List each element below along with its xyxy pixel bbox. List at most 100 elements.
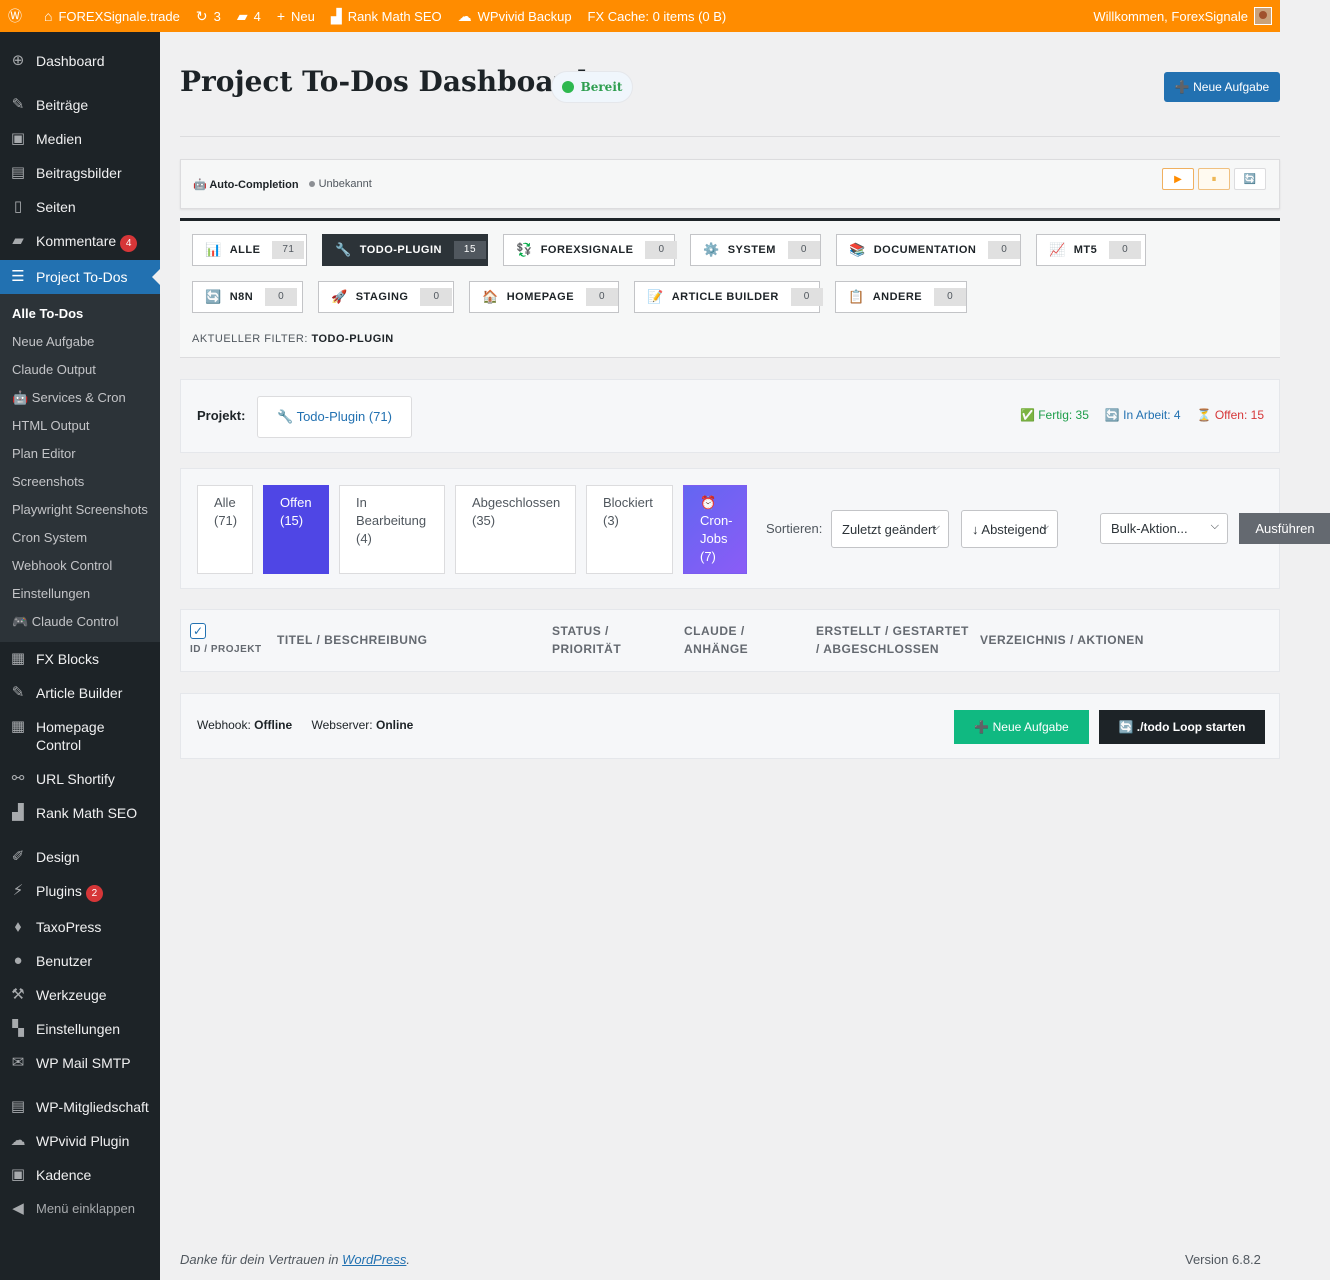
menu-comments[interactable]: ▰ Kommentare 4 [0,224,160,260]
col-id-projekt[interactable]: ID / PROJEKT [190,641,262,659]
category-forexsignale[interactable]: 💱 FOREXSIGNALE 0 [503,234,678,266]
new-task-button[interactable]: ➕ Neue Aufgabe [1164,72,1280,102]
menu-posts[interactable]: ✎ Beiträge [0,88,160,122]
status-filter-cron-jobs[interactable]: ⏰ Cron-Jobs (7) [683,485,747,574]
bulk-action-select[interactable]: Bulk-Aktion... ⌵ [1100,513,1228,544]
menu-rank-math[interactable]: ▟ Rank Math SEO [0,796,160,830]
cloud-icon: ☁ [10,1132,26,1149]
menu-url-shortify[interactable]: ⚯ URL Shortify [0,762,160,796]
menu-kadence[interactable]: ▣ Kadence [0,1158,160,1192]
media-icon: ▣ [10,130,26,147]
col-dates[interactable]: ERSTELLT / GESTARTET / ABGESCHLOSSEN [816,622,976,658]
page-icon: ▯ [13,198,23,215]
col-titel[interactable]: TITEL / BESCHREIBUNG [277,631,427,649]
submenu-playwright-screenshots[interactable]: Playwright Screenshots [0,496,160,524]
status-filter-in-bearbeitung[interactable]: In Bearbeitung (4) [339,485,445,574]
updates-link[interactable]: ↻ 3 [188,0,229,32]
category-todo-plugin[interactable]: 🔧 TODO-PLUGIN 15 [322,234,488,266]
new-content-link[interactable]: + Neu [269,0,323,32]
menu-plugins[interactable]: ⚡ Plugins 2 [0,874,160,910]
col-claude[interactable]: CLAUDE / ANHÄNGE [684,622,774,658]
webserver-status: Online [375,718,414,732]
status-filter-blockiert[interactable]: Blockiert (3) [586,485,673,574]
updates-icon: ↻ [195,7,208,24]
menu-settings[interactable]: ▚ Einstellungen [0,1012,160,1046]
submenu-cron-system[interactable]: Cron System [0,524,160,552]
category-staging[interactable]: 🚀 STAGING 0 [318,281,454,313]
submenu-all-todos[interactable]: Alle To-Dos [0,300,160,328]
submenu-services-cron[interactable]: 🤖 Services & Cron [0,384,160,412]
sort-direction-select[interactable]: ↓ Absteigend ⌵ [961,510,1058,548]
wordpress-icon: Ⓦ [8,8,22,24]
wpvivid-link[interactable]: ☁ WPvivid Backup [450,0,580,32]
admin-sidebar: ⊕ Dashboard ✎ Beiträge ▣ Medien ▤ Beitragsbi… [0,32,160,1280]
divider [180,136,1280,137]
menu-wp-mail-smtp[interactable]: ✉ WP Mail SMTP [0,1046,160,1080]
menu-users[interactable]: ● Benutzer [0,944,160,978]
sort-by-select[interactable]: Zuletzt geändert ⌵ [831,510,949,548]
menu-fx-blocks[interactable]: ▦ FX Blocks [0,642,160,676]
project-selector[interactable]: 🔧 Todo-Plugin (71) [257,396,412,438]
apply-bulk-button[interactable]: Ausführen [1239,513,1330,544]
select-all-checkbox[interactable]: ✓ [190,623,206,639]
dashboard-icon: ⊕ [11,52,25,69]
comment-icon: ▰ [12,232,24,249]
status-filter-offen[interactable]: Offen (15) [263,485,329,574]
col-verzeichnis[interactable]: VERZEICHNIS / AKTIONEN [980,631,1144,649]
list-icon: ☰ [11,268,25,285]
project-panel: Projekt: 🔧 Todo-Plugin (71) ✅ Fertig: 35… [180,379,1280,453]
fx-cache-link[interactable]: FX Cache: 0 items (0 B) [580,0,735,32]
menu-dashboard[interactable]: ⊕ Dashboard [0,44,160,78]
play-button[interactable]: ▶ [1162,168,1194,190]
footer-thanks: Danke für dein Vertrauen in WordPress. [180,1252,411,1267]
house-icon: 🏠 [482,289,499,304]
chevron-down-icon: ⌵ [1040,521,1049,533]
status-filter-alle[interactable]: Alle (71) [197,485,253,574]
collapse-menu-button[interactable]: ◀ Menü einklappen [0,1192,160,1226]
menu-wp-membership[interactable]: ▤ WP-Mitgliedschaft [0,1090,160,1124]
todo-loop-start-button[interactable]: 🔄 ./todo Loop starten [1099,710,1265,744]
new-task-bottom-button[interactable]: ➕ Neue Aufgabe [954,710,1089,744]
menu-article-builder[interactable]: ✎ Article Builder [0,676,160,710]
refresh-button[interactable]: 🔄 [1234,168,1266,190]
auto-completion-label: 🤖 Auto-Completion [193,178,299,191]
category-alle[interactable]: 📊 ALLE 71 [192,234,307,266]
status-filter-abgeschlossen[interactable]: Abgeschlossen (35) [455,485,576,574]
category-n8n[interactable]: 🔄 N8N 0 [192,281,303,313]
pause-button[interactable]: ⏸ [1198,168,1230,190]
category-system[interactable]: ⚙️ SYSTEM 0 [690,234,821,266]
wp-logo-menu[interactable]: Ⓦ [0,0,36,32]
submenu-new-task[interactable]: Neue Aufgabe [0,328,160,356]
my-account-link[interactable]: Willkommen, ForexSignale [1093,7,1280,25]
submenu-claude-output[interactable]: Claude Output [0,356,160,384]
wordpress-link[interactable]: WordPress [342,1252,406,1267]
category-andere[interactable]: 📋 ANDERE 0 [835,281,967,313]
comments-link[interactable]: ▰ 4 [229,0,269,32]
category-article-builder[interactable]: 📝 ARTICLE BUILDER 0 [634,281,823,313]
submenu-html-output[interactable]: HTML Output [0,412,160,440]
menu-homepage-control[interactable]: ▦ Homepage Control [0,710,160,762]
chevron-down-icon: ⌵ [1210,520,1219,532]
category-documentation[interactable]: 📚 DOCUMENTATION 0 [836,234,1021,266]
submenu-settings[interactable]: Einstellungen [0,580,160,608]
submenu-screenshots[interactable]: Screenshots [0,468,160,496]
menu-pages[interactable]: ▯ Seiten [0,190,160,224]
submenu-plan-editor[interactable]: Plan Editor [0,440,160,468]
submenu-claude-control[interactable]: 🎮 Claude Control [0,608,160,636]
menu-media[interactable]: ▣ Medien [0,122,160,156]
menu-tools[interactable]: ⚒ Werkzeuge [0,978,160,1012]
category-mt5[interactable]: 📈 MT5 0 [1036,234,1146,266]
category-filter-panel: 📊 ALLE 71 🔧 TODO-PLUGIN 15 💱 FOREXSIGNALE 0 ⚙️… [180,218,1280,358]
category-homepage[interactable]: 🏠 HOMEPAGE 0 [469,281,619,313]
menu-featured-images[interactable]: ▤ Beitragsbilder [0,156,160,190]
menu-wpvivid[interactable]: ☁ WPvivid Plugin [0,1124,160,1158]
menu-taxopress[interactable]: ⬧ TaxoPress [0,910,160,944]
site-name-link[interactable]: ⌂ FOREXSignale.trade [36,0,188,32]
webhook-status: Offline [254,718,293,732]
col-status[interactable]: STATUS / PRIORITÄT [552,622,652,658]
chevron-down-icon: ⌵ [931,521,940,533]
menu-project-todos[interactable]: ☰ Project To-Dos [0,260,160,294]
submenu-webhook-control[interactable]: Webhook Control [0,552,160,580]
rankmath-link[interactable]: ▟ Rank Math SEO [323,0,450,32]
menu-design[interactable]: ✐ Design [0,840,160,874]
